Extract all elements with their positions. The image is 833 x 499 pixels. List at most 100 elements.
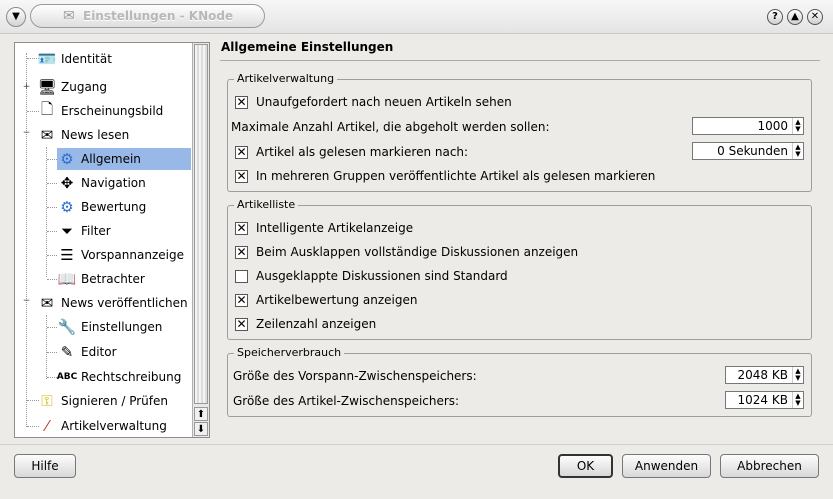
max-articles-label: Maximale Anzahl Artikel, die abgeholt we…	[231, 120, 550, 134]
checkbox[interactable]	[235, 269, 248, 283]
checkbox-label: Unaufgefordert nach neuen Artikeln sehen	[256, 95, 512, 109]
blank-page-icon: 🗋	[40, 99, 54, 118]
tree-line	[47, 207, 57, 208]
gear-icon: ⚙	[60, 198, 74, 216]
ok-button[interactable]: OK	[558, 454, 613, 478]
tree-item-label: News veröffentlichen	[61, 296, 188, 310]
apply-button[interactable]: Anwenden	[622, 454, 711, 478]
tree-line	[47, 327, 57, 328]
tree-item-rechtschreibung[interactable]: ABC Rechtschreibung	[56, 366, 182, 388]
cancel-button[interactable]: Abbrechen	[720, 454, 819, 478]
knode-app-icon: ✉	[63, 8, 75, 24]
scrollbar-thumb[interactable]	[194, 44, 208, 404]
check-smart[interactable]: ✕ Intelligente Artikelanzeige	[235, 221, 413, 235]
tree-line	[46, 147, 47, 277]
envelope-read-icon: ✉	[40, 126, 54, 144]
spinbox-value: 1000	[757, 119, 788, 133]
checkbox-label: In mehreren Gruppen veröffentlichte Arti…	[256, 169, 656, 183]
settings-tree[interactable]: + − − 🪪 Identität 🖥 Zugang 🗋 Erscheinung…	[14, 42, 210, 438]
tree-line	[47, 352, 57, 353]
check-mark-read[interactable]: ✕ Artikel als gelesen markieren nach:	[235, 145, 468, 159]
group-legend: Artikelverwaltung	[234, 72, 338, 85]
checkbox[interactable]: ✕	[235, 317, 248, 331]
title-pill[interactable]: ✉ Einstellungen - KNode	[30, 4, 265, 28]
group-legend: Artikelliste	[234, 198, 299, 211]
abc-spellcheck-icon: ABC	[56, 372, 78, 382]
close-button[interactable]: ✕	[807, 9, 823, 25]
window-menu-button[interactable]: ▼	[6, 7, 26, 27]
spinbox-value: 0 Sekunden	[717, 144, 788, 158]
tree-item-label: News lesen	[61, 128, 130, 142]
group-speicherverbrauch: Speicherverbrauch Größe des Vorspann-Zwi…	[227, 346, 812, 417]
header-cache-row: Größe des Vorspann-Zwischenspeichers:	[233, 369, 477, 383]
tree-item-label: Filter	[81, 224, 111, 238]
tree-item-label: Bewertung	[81, 200, 147, 214]
group-legend: Speicherverbrauch	[234, 346, 345, 359]
checkbox-label: Zeilenzahl anzeigen	[256, 317, 377, 331]
funnel-icon: ⏷	[60, 222, 73, 240]
tree-item-label: Einstellungen	[81, 320, 163, 334]
tree-item-news-veroeffentlichen[interactable]: ✉ News veröffentlichen	[37, 292, 188, 314]
spin-arrows-icon[interactable]: ▲ ▼	[792, 143, 803, 159]
spin-arrows-icon[interactable]: ▲ ▼	[792, 118, 803, 134]
header-cache-spinbox[interactable]: 2048 KB ▲ ▼	[725, 366, 804, 384]
tree-item-label: Navigation	[81, 176, 146, 190]
check-expand[interactable]: ✕ Beim Ausklappen vollständige Diskussio…	[235, 245, 578, 259]
spinbox-value: 2048 KB	[737, 368, 788, 382]
check-unaufgefordert[interactable]: ✕ Unaufgefordert nach neuen Artikeln seh…	[235, 95, 512, 109]
mark-read-spinbox[interactable]: 0 Sekunden ▲ ▼	[692, 142, 804, 160]
tree-item-label: Betrachter	[81, 272, 145, 286]
tree-item-signieren[interactable]: ⚿ Signieren / Prüfen	[37, 390, 168, 412]
magic-wand-icon: ⁄	[45, 417, 49, 435]
spin-arrows-icon[interactable]: ▲ ▼	[792, 392, 803, 408]
checkbox[interactable]: ✕	[235, 169, 248, 183]
tree-item-bewertung[interactable]: ⚙ Bewertung	[57, 196, 146, 218]
tree-item-label: Rechtschreibung	[81, 370, 182, 384]
check-lines[interactable]: ✕ Zeilenzahl anzeigen	[235, 317, 376, 331]
tree-item-news-lesen[interactable]: ✉ News lesen	[37, 124, 130, 146]
checkbox[interactable]: ✕	[235, 245, 248, 259]
expand-toggle[interactable]: +	[22, 83, 31, 92]
check-crosspost[interactable]: ✕ In mehreren Gruppen veröffentlichte Ar…	[235, 169, 655, 183]
tree-item-label: Signieren / Prüfen	[61, 394, 168, 408]
tree-item-artikelverwaltung[interactable]: ⁄ Artikelverwaltung	[37, 415, 167, 437]
tree-line	[47, 377, 57, 378]
tree-line	[47, 255, 57, 256]
help-button[interactable]: Hilfe	[14, 454, 76, 478]
max-articles-spinbox[interactable]: 1000 ▲ ▼	[692, 117, 804, 135]
tree-item-navigation[interactable]: ✥ Navigation	[57, 172, 146, 194]
scroll-up-icon[interactable]: ⬆	[194, 407, 208, 421]
collapse-toggle[interactable]: −	[22, 129, 31, 138]
tree-item-label: Identität	[61, 52, 112, 66]
page-title: Allgemeine Einstellungen	[221, 40, 394, 54]
checkbox[interactable]: ✕	[235, 221, 248, 235]
tree-item-label: Vorspannanzeige	[81, 248, 184, 262]
tree-item-erscheinungsbild[interactable]: 🗋 Erscheinungsbild	[37, 100, 163, 122]
article-cache-spinbox[interactable]: 1024 KB ▲ ▼	[725, 391, 804, 409]
check-default[interactable]: Ausgeklappte Diskussionen sind Standard	[235, 269, 508, 283]
gear-icon: ⚙	[60, 150, 74, 168]
tree-item-filter[interactable]: ⏷ Filter	[57, 220, 111, 242]
tree-item-identitaet[interactable]: 🪪 Identität	[37, 48, 112, 70]
tree-item-betrachter[interactable]: 📖 Betrachter	[57, 268, 145, 290]
tree-item-vorspannanzeige[interactable]: ☰ Vorspannanzeige	[57, 244, 184, 266]
header-cache-label: Größe des Vorspann-Zwischenspeichers:	[233, 369, 477, 383]
collapse-toggle[interactable]: −	[22, 297, 31, 306]
tree-item-einstellungen[interactable]: 🔧 Einstellungen	[57, 316, 163, 338]
shade-button[interactable]: ▲	[787, 9, 803, 25]
check-score[interactable]: ✕ Artikelbewertung anzeigen	[235, 293, 417, 307]
help-titlebar-button[interactable]: ?	[767, 9, 783, 25]
checkbox[interactable]: ✕	[235, 293, 248, 307]
spin-arrows-icon[interactable]: ▲ ▼	[792, 367, 803, 383]
tree-line	[46, 315, 47, 379]
window-title: Einstellungen - KNode	[83, 9, 234, 23]
tree-item-zugang[interactable]: 🖥 Zugang	[37, 76, 107, 98]
tree-item-editor[interactable]: ✎ Editor	[57, 341, 117, 363]
checkbox[interactable]: ✕	[235, 95, 248, 109]
tree-item-allgemein[interactable]: ⚙ Allgemein	[57, 148, 191, 170]
title-separator	[220, 60, 820, 61]
button-separator	[0, 444, 833, 445]
checkbox[interactable]: ✕	[235, 145, 248, 159]
tree-scrollbar[interactable]: ⬆ ⬇	[192, 43, 209, 437]
scroll-down-icon[interactable]: ⬇	[194, 422, 208, 436]
